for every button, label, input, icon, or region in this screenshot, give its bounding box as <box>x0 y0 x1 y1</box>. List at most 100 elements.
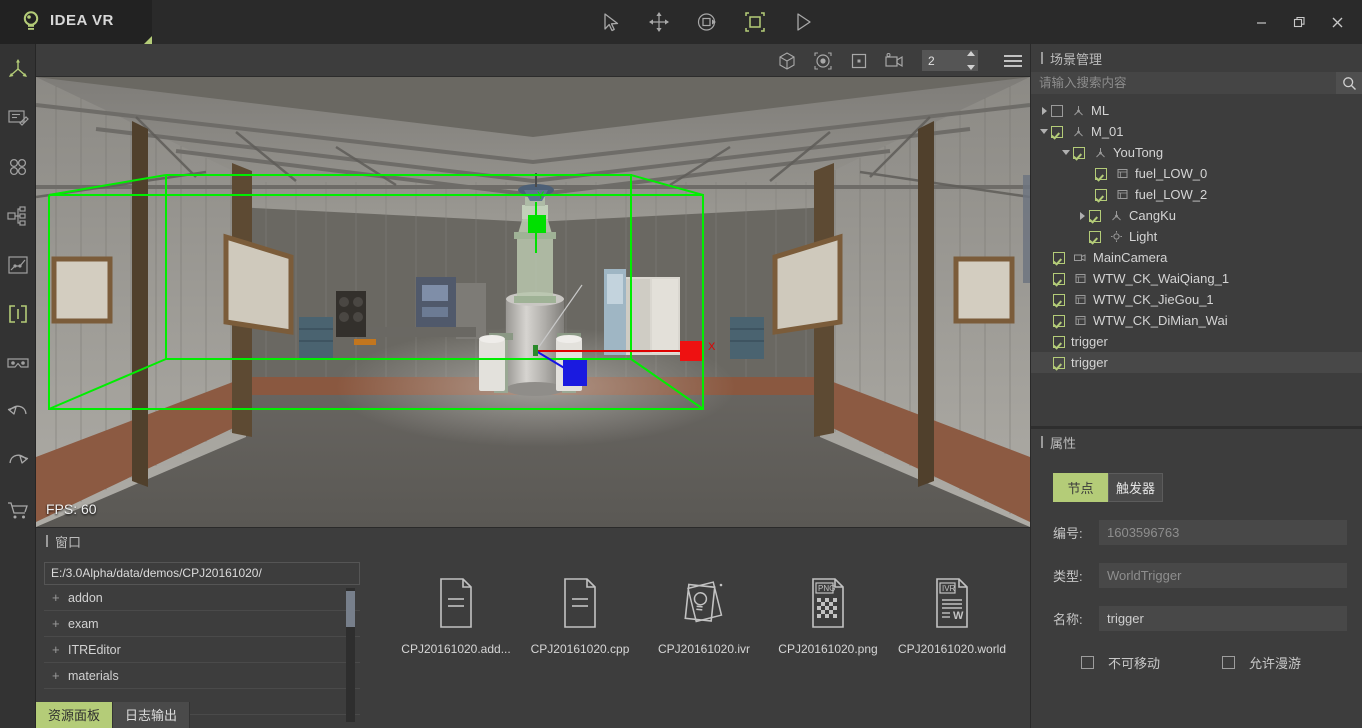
restore-button[interactable] <box>1282 8 1316 36</box>
pivot-dot-icon[interactable] <box>848 50 870 72</box>
tree-item-trigger-1[interactable]: trigger <box>1031 331 1362 352</box>
node-axis-icon[interactable] <box>0 44 36 93</box>
expander-plus[interactable]: + <box>52 616 68 631</box>
stepper-up-button[interactable] <box>967 51 975 56</box>
four-circles-icon[interactable] <box>0 142 36 191</box>
visibility-checkbox[interactable] <box>1053 273 1065 285</box>
tree-item-wtw-ck-dimian-wai[interactable]: WTW_CK_DiMian_Wai <box>1031 310 1362 331</box>
bounding-box-icon[interactable] <box>776 50 798 72</box>
hierarchy-tree-icon[interactable] <box>0 191 36 240</box>
expander-plus[interactable]: + <box>52 668 68 683</box>
brackets-icon[interactable] <box>0 289 36 338</box>
tree-item-fuel-low-0[interactable]: fuel_LOW_0 <box>1031 163 1362 184</box>
file-item[interactable]: PNG CPJ20161020.png <box>770 574 886 702</box>
id-label: 编号: <box>1053 523 1099 542</box>
type-field[interactable]: WorldTrigger <box>1099 563 1347 588</box>
move-tool-button[interactable] <box>646 9 672 35</box>
cart-icon[interactable] <box>0 485 36 534</box>
rotate-tool-button[interactable] <box>694 9 720 35</box>
hamburger-menu-icon[interactable] <box>1004 55 1022 67</box>
tree-item-wtw-ck-waiqiang-1[interactable]: WTW_CK_WaiQiang_1 <box>1031 268 1362 289</box>
scene-search-bar[interactable] <box>1031 72 1362 94</box>
scrollbar-thumb[interactable] <box>346 591 355 627</box>
chevron-down-icon[interactable] <box>1059 150 1073 155</box>
folder-row[interactable]: + addon <box>44 585 360 611</box>
name-field[interactable]: trigger <box>1099 606 1347 631</box>
tab-node[interactable]: 节点 <box>1053 473 1108 502</box>
file-item[interactable]: CPJ20161020.cpp <box>522 574 638 702</box>
path-field[interactable]: E:/3.0Alpha/data/demos/CPJ20161020/ <box>44 562 360 585</box>
tree-item-ml[interactable]: ML <box>1031 100 1362 121</box>
camera-count-value: 2 <box>922 54 935 68</box>
visibility-checkbox[interactable] <box>1053 294 1065 306</box>
tree-item-light[interactable]: Light <box>1031 226 1362 247</box>
visibility-checkbox[interactable] <box>1053 357 1065 369</box>
document-file-icon <box>559 574 601 632</box>
curve-graph-icon[interactable] <box>0 240 36 289</box>
svg-text:X: X <box>708 341 716 353</box>
visibility-checkbox[interactable] <box>1073 147 1085 159</box>
tree-item-label: trigger <box>1071 334 1108 349</box>
immovable-checkbox[interactable] <box>1081 656 1094 669</box>
visibility-checkbox[interactable] <box>1095 168 1107 180</box>
app-logo-tab[interactable]: IDEA VR <box>0 0 152 44</box>
chevron-down-icon[interactable] <box>1037 129 1051 134</box>
play-tool-button[interactable] <box>790 9 816 35</box>
folder-list-scrollbar[interactable] <box>346 588 355 722</box>
scale-tool-button[interactable] <box>742 9 768 35</box>
viewport-vertical-scrollbar[interactable] <box>1023 175 1030 283</box>
stepper-down-button[interactable] <box>967 65 975 70</box>
tree-item-fuel-low-2[interactable]: fuel_LOW_2 <box>1031 184 1362 205</box>
property-row-name: 名称: trigger <box>1053 606 1362 631</box>
visibility-checkbox[interactable] <box>1095 189 1107 201</box>
visibility-checkbox[interactable] <box>1051 105 1063 117</box>
visibility-checkbox[interactable] <box>1053 252 1065 264</box>
file-item[interactable]: CPJ20161020.add... <box>398 574 514 702</box>
visibility-checkbox[interactable] <box>1053 336 1065 348</box>
vr-headset-icon[interactable] <box>0 338 36 387</box>
select-tool-button[interactable] <box>598 9 624 35</box>
id-field[interactable]: 1603596763 <box>1099 520 1347 545</box>
close-button[interactable] <box>1320 8 1354 36</box>
annotation-edit-icon[interactable] <box>0 93 36 142</box>
tab-trigger[interactable]: 触发器 <box>1108 473 1163 502</box>
expander-plus[interactable]: + <box>52 590 68 605</box>
stepper-arrows <box>967 51 975 70</box>
tree-item-youtong[interactable]: YouTong <box>1031 142 1362 163</box>
3d-viewport[interactable]: Y X FPS: 60 <box>36 77 1030 527</box>
tree-item-m01[interactable]: M_01 <box>1031 121 1362 142</box>
world-file-icon: IVR W <box>931 574 973 632</box>
chevron-right-icon[interactable] <box>1075 212 1089 220</box>
visibility-checkbox[interactable] <box>1089 210 1101 222</box>
file-item[interactable]: CPJ20161020.ivr <box>646 574 762 702</box>
fps-counter: FPS: 60 <box>46 501 97 517</box>
file-name: CPJ20161020.add... <box>401 642 510 656</box>
tree-item-maincamera[interactable]: MainCamera <box>1031 247 1362 268</box>
visibility-checkbox[interactable] <box>1053 315 1065 327</box>
allow-roaming-label: 允许漫游 <box>1249 653 1301 672</box>
redo-icon[interactable] <box>0 436 36 485</box>
property-checkboxes: 不可移动 允许漫游 <box>1081 653 1362 672</box>
expander-plus[interactable]: + <box>52 642 68 657</box>
folder-row[interactable]: + ITREditor <box>44 637 360 663</box>
chevron-right-icon[interactable] <box>1037 107 1051 115</box>
folder-row[interactable]: + materials <box>44 663 360 689</box>
camera-icon[interactable] <box>884 50 906 72</box>
search-icon[interactable] <box>1336 72 1362 94</box>
visibility-checkbox[interactable] <box>1089 231 1101 243</box>
camera-count-stepper[interactable]: 2 <box>922 50 978 71</box>
tab-resource-panel[interactable]: 资源面板 <box>36 702 113 728</box>
target-ring-icon[interactable] <box>812 50 834 72</box>
file-item[interactable]: IVR W CPJ20161020.world <box>894 574 1010 702</box>
tree-item-cangku[interactable]: CangKu <box>1031 205 1362 226</box>
visibility-checkbox[interactable] <box>1051 126 1063 138</box>
minimize-button[interactable] <box>1244 8 1278 36</box>
tree-item-trigger-2[interactable]: trigger <box>1031 352 1362 373</box>
search-input[interactable] <box>1031 76 1336 90</box>
allow-roaming-checkbox[interactable] <box>1222 656 1235 669</box>
tab-log-output[interactable]: 日志输出 <box>113 702 190 728</box>
property-row-id: 编号: 1603596763 <box>1053 520 1362 545</box>
folder-row[interactable]: + exam <box>44 611 360 637</box>
undo-icon[interactable] <box>0 387 36 436</box>
tree-item-wtw-ck-jiegou-1[interactable]: WTW_CK_JieGou_1 <box>1031 289 1362 310</box>
